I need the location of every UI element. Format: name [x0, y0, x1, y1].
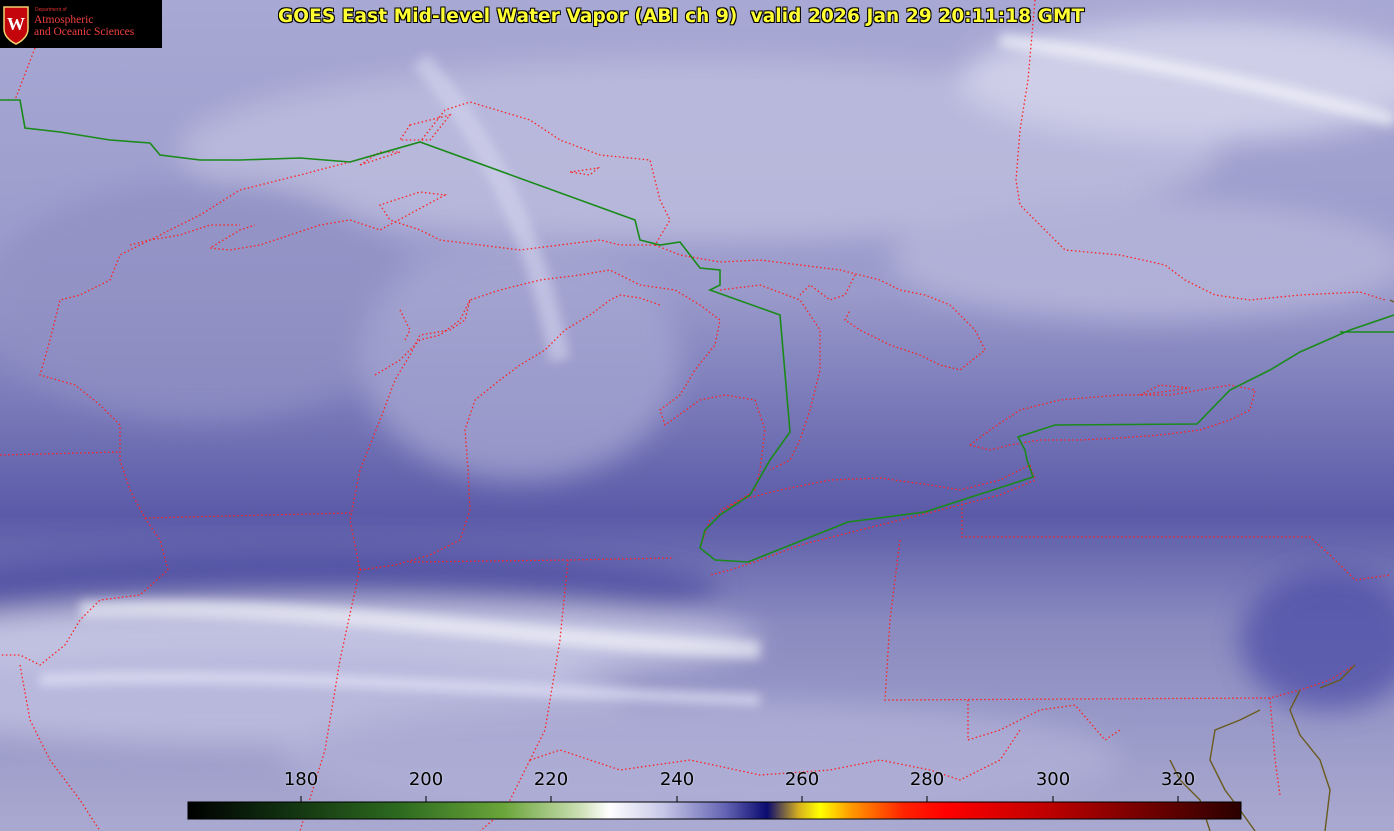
colorbar-tick-label: 300 [1035, 769, 1071, 790]
colorbar [187, 801, 1242, 820]
colorbar-tick-label: 240 [659, 769, 695, 790]
map-title: GOES East Mid-level Water Vapor (ABI ch … [278, 6, 1085, 27]
logo-line-2: and Oceanic Sciences [34, 26, 135, 38]
colorbar-tick-label: 260 [784, 769, 820, 790]
logo-line-1: Atmospheric [34, 14, 94, 26]
logo-dept: Department of [35, 7, 67, 13]
seal-letter: W [7, 14, 25, 34]
colorbar-tick-label: 280 [909, 769, 945, 790]
colorbar-tick-label: 320 [1160, 769, 1196, 790]
colorbar-tick-label: 220 [533, 769, 569, 790]
satellite-map-view: W Department of Atmospheric and Oceanic … [0, 0, 1394, 831]
aos-logo: W Department of Atmospheric and Oceanic … [0, 0, 162, 48]
uw-crest-icon: W [3, 6, 29, 45]
colorbar-tick-label: 180 [283, 769, 319, 790]
colorbar-tick-label: 200 [408, 769, 444, 790]
water-vapor-map [0, 0, 1394, 831]
